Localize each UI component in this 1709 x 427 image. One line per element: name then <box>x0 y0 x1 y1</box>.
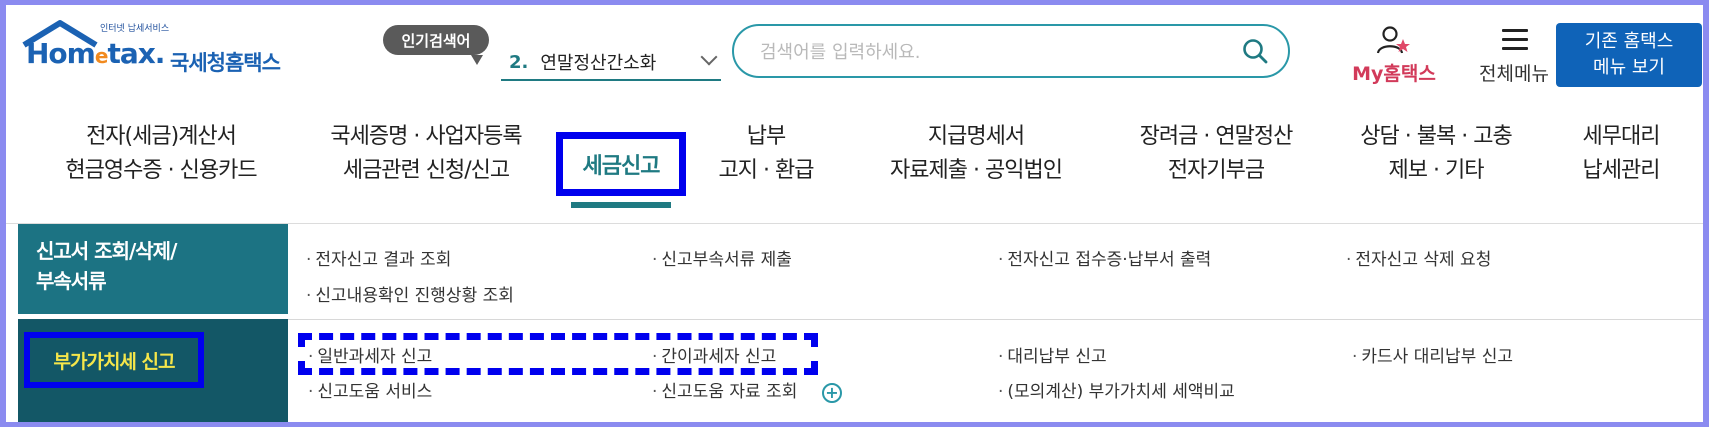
nav-label: 고지 · 환급 <box>718 158 815 183</box>
link-receipt-print[interactable]: 전자신고 접수증·납부서 출력 <box>998 245 1211 270</box>
nav-tax-agent[interactable]: 세무대리 납세관리 <box>1566 120 1676 188</box>
nav-e-invoice[interactable]: 전자(세금)계산서 현금영수증 · 신용카드 <box>46 120 276 188</box>
hometax-logo[interactable]: 인터넷 납세서비스 Hometax. 국세청홈택스 <box>18 19 288 79</box>
nav-certificate-registration[interactable]: 국세증명 · 사업자등록 세금관련 신청/신고 <box>306 120 546 188</box>
nav-label: 전자(세금)계산서 <box>86 124 237 149</box>
nav-label: 지급명세서 <box>927 124 1025 149</box>
popular-search-badge: 인기검색어 <box>383 25 489 65</box>
search-icon[interactable] <box>1242 38 1268 64</box>
nav-label: 제보 · 기타 <box>1388 158 1485 183</box>
popular-rank: 2. <box>509 51 529 73</box>
old-menu-line1: 기존 홈택스 <box>1584 31 1674 52</box>
row-divider <box>288 319 1703 320</box>
link-simplified-taxpayer-filing[interactable]: 간이과세자 신고 <box>652 342 776 367</box>
nav-label: 납세관리 <box>1582 158 1661 183</box>
nav-label: 전자기부금 <box>1167 158 1265 183</box>
link-card-proxy-payment[interactable]: 카드사 대리납부 신고 <box>1352 342 1513 367</box>
nav-label: 자료제출 · 공익법인 <box>890 158 1063 183</box>
link-e-filing-result[interactable]: 전자신고 결과 조회 <box>306 245 451 270</box>
link-delete-request[interactable]: 전자신고 삭제 요청 <box>1346 245 1491 270</box>
link-general-taxpayer-filing[interactable]: 일반과세자 신고 <box>308 342 432 367</box>
submenu-category-report-inquiry[interactable]: 신고서 조회/삭제/ 부속서류 <box>18 224 288 314</box>
link-vat-simulation[interactable]: (모의계산) 부가가치세 세액비교 <box>998 377 1234 402</box>
active-tab-underline <box>571 202 671 208</box>
user-icon <box>1376 26 1410 54</box>
my-hometax-button[interactable]: My홈택스 <box>1346 23 1442 85</box>
nav-label: 세무대리 <box>1582 124 1661 149</box>
category-title: 신고서 조회/삭제/ <box>36 239 177 263</box>
link-filing-help-data[interactable]: 신고도움 자료 조회 <box>652 377 797 402</box>
nav-incentive-year-end[interactable]: 장려금 · 연말정산 전자기부금 <box>1116 120 1316 188</box>
nav-payment[interactable]: 납부 고지 · 환급 <box>706 120 826 188</box>
chevron-down-icon <box>700 48 718 66</box>
logo-wordmark: Hometax. <box>26 37 165 70</box>
hamburger-icon <box>1502 29 1528 50</box>
nav-label: 현금영수증 · 신용카드 <box>65 158 257 183</box>
nav-label: 국세증명 · 사업자등록 <box>330 124 522 149</box>
popular-keyword-dropdown[interactable]: 2. 연말정산간소화 <box>501 45 721 81</box>
all-menu-button[interactable]: 전체메뉴 <box>1466 23 1562 85</box>
category-title: 부속서류 <box>36 269 107 293</box>
nav-label: 납부 <box>746 124 786 149</box>
logo-korean-name: 국세청홈택스 <box>170 51 281 75</box>
link-proxy-payment-filing[interactable]: 대리납부 신고 <box>998 342 1106 367</box>
plus-icon[interactable]: + <box>822 383 842 403</box>
page: 인터넷 납세서비스 Hometax. 국세청홈택스 인기검색어 2. 연말정산간… <box>6 5 1703 422</box>
link-content-check-status[interactable]: 신고내용확인 진행상황 조회 <box>306 281 514 306</box>
nav-label: 세금신고 <box>582 154 661 179</box>
old-menu-line2: 메뉴 보기 <box>1593 57 1665 78</box>
link-attachment-submit[interactable]: 신고부속서류 제출 <box>652 245 792 270</box>
search-bar <box>732 24 1290 78</box>
link-filing-help-service[interactable]: 신고도움 서비스 <box>308 377 432 402</box>
search-input[interactable] <box>758 38 1222 66</box>
nav-label: 세금관련 신청/신고 <box>342 158 510 183</box>
logo-tagline: 인터넷 납세서비스 <box>100 24 170 34</box>
nav-consultation[interactable]: 상담 · 불복 · 고충 제보 · 기타 <box>1346 120 1526 188</box>
nav-label: 장려금 · 연말정산 <box>1139 124 1294 149</box>
popular-keyword: 연말정산간소화 <box>540 53 657 74</box>
my-hometax-label: My홈택스 <box>1352 63 1436 85</box>
old-hometax-menu-button[interactable]: 기존 홈택스 메뉴 보기 <box>1556 23 1702 87</box>
nav-label: 상담 · 불복 · 고충 <box>1360 124 1512 149</box>
category-title: 부가가치세 신고 <box>53 350 176 373</box>
category-vat-filing-highlight[interactable]: 부가가치세 신고 <box>24 332 204 388</box>
nav-tax-filing[interactable]: 세금신고 <box>556 132 686 196</box>
all-menu-label: 전체메뉴 <box>1479 63 1549 85</box>
nav-payment-statement[interactable]: 지급명세서 자료제출 · 공익법인 <box>876 120 1076 188</box>
